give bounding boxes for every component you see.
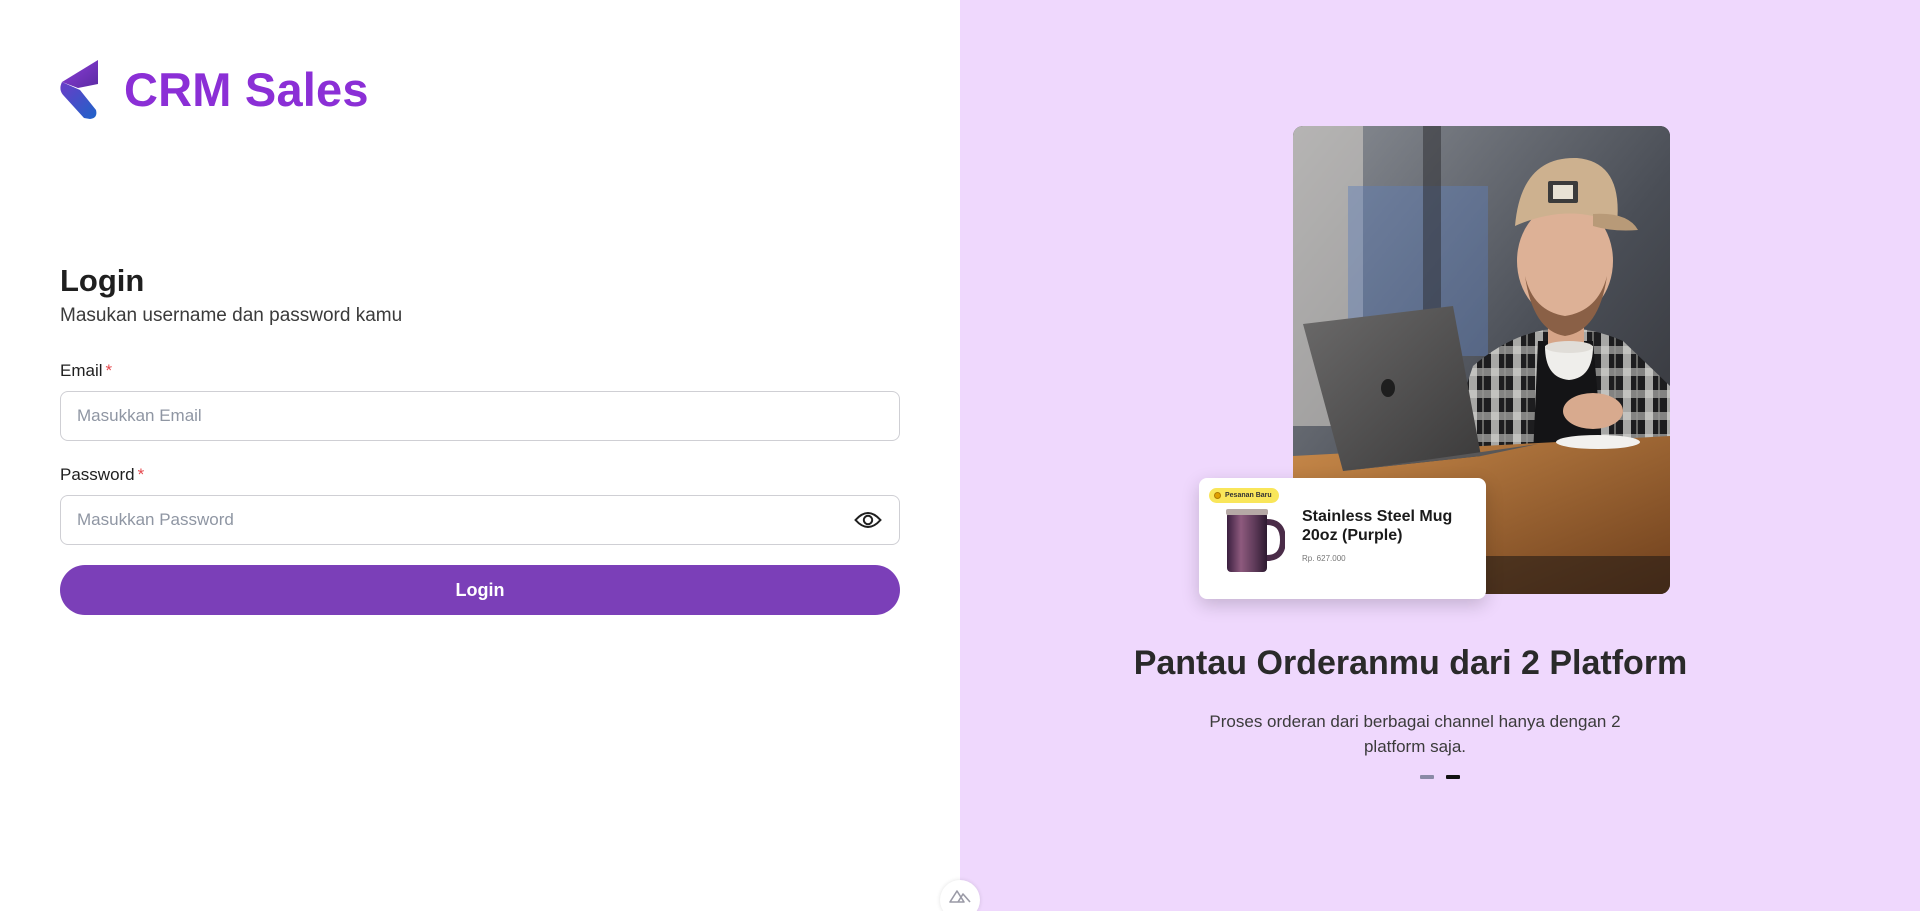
badge-dot-icon bbox=[1214, 492, 1221, 499]
email-label-text: Email bbox=[60, 361, 103, 380]
product-card: Pesanan Baru Stainless Steel Mug 20oz (P… bbox=[1199, 478, 1486, 599]
brand-logo-icon bbox=[60, 60, 98, 119]
brand: CRM Sales bbox=[58, 58, 369, 120]
toggle-password-button[interactable] bbox=[853, 508, 883, 532]
new-order-badge: Pesanan Baru bbox=[1209, 488, 1279, 503]
promo-panel: Pesanan Baru Stainless Steel Mug 20oz (P… bbox=[960, 0, 1920, 911]
new-order-badge-label: Pesanan Baru bbox=[1225, 492, 1272, 499]
promo-headline: Pantau Orderanmu dari 2 Platform bbox=[1133, 644, 1688, 682]
login-subtitle: Masukan username dan password kamu bbox=[60, 305, 403, 326]
required-mark: * bbox=[137, 465, 145, 484]
triangle-logo-icon bbox=[949, 890, 971, 903]
password-label-text: Password bbox=[60, 465, 135, 484]
product-price: Rp. 627.000 bbox=[1302, 554, 1346, 563]
email-field-wrapper bbox=[60, 391, 900, 441]
brand-name: CRM Sales bbox=[124, 62, 369, 116]
carousel-dot-1[interactable] bbox=[1420, 775, 1434, 779]
promo-description: Proses orderan dari berbagai channel han… bbox=[1209, 712, 1621, 756]
mug-image bbox=[1226, 509, 1285, 572]
password-field-wrapper bbox=[60, 495, 900, 545]
required-mark: * bbox=[105, 361, 113, 380]
password-label: Password * bbox=[60, 465, 900, 485]
login-title: Login bbox=[60, 263, 145, 298]
login-form: Login Masukan username dan password kamu… bbox=[60, 263, 900, 615]
eye-icon bbox=[854, 512, 882, 528]
login-button[interactable]: Login bbox=[60, 565, 900, 615]
carousel-indicators bbox=[1420, 775, 1460, 779]
password-input[interactable] bbox=[61, 496, 899, 544]
login-panel: CRM Sales Login Masukan username dan pas… bbox=[0, 0, 960, 911]
email-label: Email * bbox=[60, 361, 900, 381]
product-name: Stainless Steel Mug 20oz (Purple) bbox=[1302, 508, 1453, 544]
carousel-dot-2[interactable] bbox=[1446, 775, 1460, 779]
login-page: CRM Sales Login Masukan username dan pas… bbox=[0, 0, 1920, 911]
email-input[interactable] bbox=[61, 392, 899, 440]
